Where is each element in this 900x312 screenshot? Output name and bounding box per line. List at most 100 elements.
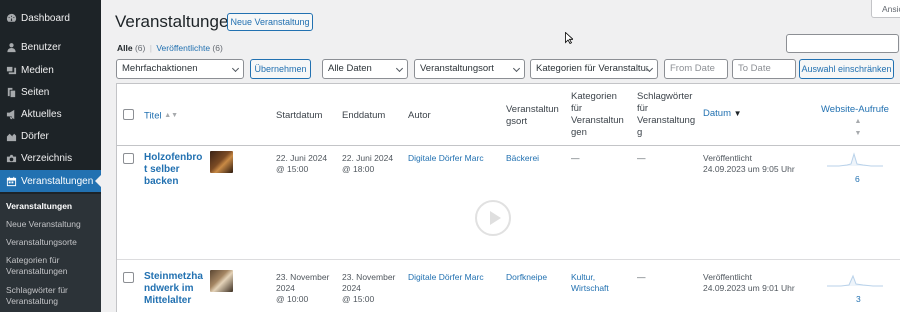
menu-news[interactable]: Aktuelles [0,103,101,125]
dashboard-icon [5,12,17,24]
chevron-down-icon [231,64,240,73]
view-separator: | [149,43,152,53]
row-divider [117,259,900,260]
chevron-down-icon [512,64,521,73]
category-select[interactable]: Kategorien für Veranstaltur [530,59,658,79]
view-filters: Alle (6) | Veröffentlichte (6) [117,43,223,53]
menu-label: Seiten [21,86,50,98]
author-link[interactable]: Digitale Dörfer Marc [408,272,484,283]
pages-icon [5,86,17,98]
column-tags-line: Schlagwörter [637,91,693,102]
admin-sidebar: Dashboard Benutzer Medien Seiten Aktuell… [0,0,101,312]
event-title-link[interactable]: Steinmetzha ndwerk im Mittelalter [144,271,203,307]
sort-arrows-icon: ▲▼ [164,112,179,119]
media-icon [5,64,17,76]
screen-options-button[interactable]: Ansicht [871,0,900,18]
start-date-line: 23. November [276,272,330,282]
date-cell: Veröffentlicht 24.09.2023 um 9:01 Uhr [703,272,795,294]
end-date-cell: 22. Juni 2024 @ 18:00 [342,153,393,175]
menu-directory[interactable]: Verzeichnis [0,147,101,169]
events-table: Titel ▲▼ Startdatum Enddatum Autor Veran… [116,83,900,312]
event-thumbnail[interactable] [210,270,233,292]
start-date-cell: 23. November 2024 @ 10:00 [276,272,329,305]
date-select-value: Alle Daten [328,63,372,74]
apply-button[interactable]: Übernehmen [250,59,311,79]
calendar-icon [5,175,17,187]
menu-label: Benutzer [21,41,62,53]
menu-users[interactable]: Benutzer [0,36,101,58]
end-date-line: 23. November [342,272,396,282]
menu-label: Dörfer [21,130,49,142]
category-link[interactable]: Kultur, [571,272,609,283]
column-categories-line: Kategorien [571,91,617,102]
end-date-line: 22. Juni 2024 [342,153,394,163]
menu-events[interactable]: Veranstaltungen [0,170,101,192]
author-link[interactable]: Digitale Dörfer Marc [408,153,484,164]
start-date-line: @ 10:00 [276,294,309,304]
video-play-icon[interactable] [475,200,511,236]
column-categories-line: für [571,103,583,114]
menu-dashboard[interactable]: Dashboard [0,7,101,29]
menu-label: Dashboard [21,12,70,24]
column-categories-line: gen [571,127,587,138]
category-link[interactable]: Wirtschaft [571,283,609,294]
end-date-line: @ 15:00 [342,294,375,304]
column-views[interactable]: Website-Aufrufe ▲ ▼ [821,104,900,140]
start-date-line: 2024 [276,283,295,293]
search-input[interactable] [786,34,899,53]
add-new-event-button[interactable]: Neue Veranstaltung [227,13,313,31]
column-venue: Veranstaltun gsort [506,104,559,128]
bulk-actions-select[interactable]: Mehrfachaktionen [116,59,244,79]
view-all-link[interactable]: Alle [117,43,133,53]
column-date-label: Datum [703,108,731,119]
start-date-line: 22. Juni 2024 [276,153,328,163]
view-all-count: (6) [134,43,146,53]
status-text: Veröffentlicht [703,153,752,163]
views-count[interactable]: 3 [856,294,861,305]
column-venue-line: gsort [506,116,528,127]
column-title-label: Titel [144,110,162,122]
published-date: 24.09.2023 um 9:01 Uhr [703,283,795,293]
from-date-input[interactable]: From Date [664,59,728,79]
date-select[interactable]: Alle Daten [322,59,408,79]
venue-link[interactable]: Bäckerei [506,153,539,164]
column-title[interactable]: Titel ▲▼ [144,110,178,123]
column-tags-line: für [637,103,649,114]
select-all-checkbox[interactable] [123,109,134,120]
views-count[interactable]: 6 [855,174,860,185]
views-sparkline [827,152,883,167]
column-tags-line: Veranstaltung [637,115,696,126]
menu-pages[interactable]: Seiten [0,81,101,103]
submenu-tags[interactable]: Schlagwörter für Veranstaltung [6,285,98,307]
end-date-line: @ 18:00 [342,164,375,174]
menu-label: Verzeichnis [21,152,73,164]
row-checkbox[interactable] [123,153,134,164]
column-date[interactable]: Datum ▼ [703,108,742,120]
column-author: Autor [408,110,431,121]
status-text: Veröffentlicht [703,272,752,282]
end-date-cell: 23. November 2024 @ 15:00 [342,272,395,305]
menu-label: Medien [21,64,54,76]
filter-button[interactable]: Auswahl einschränken [799,59,894,79]
events-submenu: Veranstaltungen Neue Veranstaltung Veran… [0,194,101,312]
view-published-link[interactable]: Veröffentlichte [156,43,210,53]
submenu-events[interactable]: Veranstaltungen [6,201,98,212]
column-tags-line: g [637,127,643,138]
event-title-link[interactable]: Holzofenbro t selber backen [144,152,202,188]
submenu-categories[interactable]: Kategorien für Veranstaltungen [6,255,98,277]
categories-cell[interactable]: Kultur, Wirtschaft [571,272,609,294]
menu-villages[interactable]: Dörfer [0,125,101,147]
submenu-new-event[interactable]: Neue Veranstaltung [6,219,98,230]
to-date-input[interactable]: To Date [732,59,796,79]
menu-media[interactable]: Medien [0,59,101,81]
row-checkbox[interactable] [123,272,134,283]
venue-select[interactable]: Veranstaltungsort [414,59,525,79]
venue-select-value: Veranstaltungsort [420,63,494,74]
title-line: Holzofenbro [144,152,203,163]
view-published-count: (6) [212,43,223,53]
megaphone-icon [5,108,17,120]
submenu-venues[interactable]: Veranstaltungsorte [6,237,98,248]
venue-link[interactable]: Dorfkneipe [506,272,547,283]
event-thumbnail[interactable] [210,151,233,173]
menu-label: Aktuelles [21,108,62,120]
